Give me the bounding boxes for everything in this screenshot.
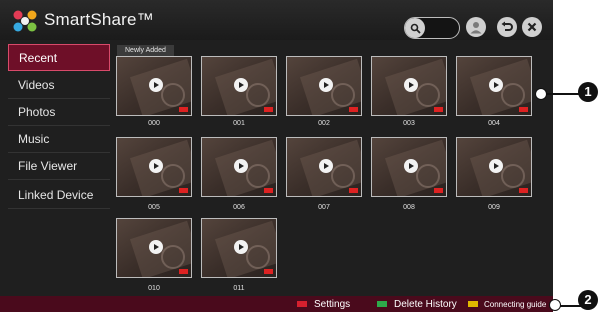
newly-added-label: Newly Added — [117, 45, 174, 56]
play-icon — [234, 159, 248, 173]
play-icon — [234, 78, 248, 92]
media-tile-006[interactable] — [201, 137, 277, 197]
back-button[interactable] — [497, 17, 517, 37]
media-tile-009[interactable] — [456, 137, 532, 197]
media-caption: 009 — [488, 204, 500, 211]
play-icon — [149, 159, 163, 173]
play-icon — [404, 159, 418, 173]
sidebar-item-photos[interactable]: Photos — [8, 99, 110, 126]
rec-badge-icon — [519, 107, 528, 112]
rec-badge-icon — [434, 188, 443, 193]
play-icon — [489, 78, 503, 92]
delete-history-label: Delete History — [394, 298, 457, 310]
media-caption: 004 — [488, 120, 500, 127]
media-tile-001[interactable] — [201, 56, 277, 116]
media-tile-002[interactable] — [286, 56, 362, 116]
app-header: SmartShare™ — [0, 0, 553, 40]
rec-badge-icon — [179, 269, 188, 274]
media-caption: 010 — [148, 285, 160, 292]
media-tile-011[interactable] — [201, 218, 277, 278]
play-icon — [319, 78, 333, 92]
search-icon[interactable] — [405, 18, 425, 38]
media-caption: 008 — [403, 204, 415, 211]
media-caption: 001 — [233, 120, 245, 127]
media-caption: 005 — [148, 204, 160, 211]
rec-badge-icon — [264, 269, 273, 274]
media-caption: 000 — [148, 120, 160, 127]
play-icon — [319, 159, 333, 173]
callout-2-dot — [549, 299, 561, 311]
callout-1-line — [546, 93, 580, 95]
sidebar-item-music[interactable]: Music — [8, 126, 110, 153]
media-tile-005[interactable] — [116, 137, 192, 197]
media-caption: 002 — [318, 120, 330, 127]
rec-badge-icon — [349, 188, 358, 193]
play-icon — [149, 240, 163, 254]
media-caption: 007 — [318, 204, 330, 211]
app-title: SmartShare™ — [44, 10, 154, 29]
connecting-guide-label: Connecting guide — [484, 299, 547, 309]
media-tile-008[interactable] — [371, 137, 447, 197]
play-icon — [489, 159, 503, 173]
rec-badge-icon — [179, 107, 188, 112]
footer-bar: Settings Delete History Connecting guide — [0, 296, 553, 312]
back-icon — [501, 21, 513, 31]
media-tile-000[interactable] — [116, 56, 192, 116]
rec-badge-icon — [349, 107, 358, 112]
green-key-icon — [377, 301, 387, 307]
category-sidebar: Recent Videos Photos Music File Viewer L… — [8, 44, 110, 296]
sidebar-item-file-viewer[interactable]: File Viewer — [8, 153, 110, 180]
user-icon — [470, 22, 482, 34]
connecting-guide-button[interactable]: Connecting guide — [468, 296, 546, 312]
media-tile-007[interactable] — [286, 137, 362, 197]
smartshare-screen: SmartShare™ Recent Videos Photos Music F… — [0, 0, 553, 312]
search-box[interactable] — [404, 17, 460, 39]
play-icon — [234, 240, 248, 254]
media-tile-010[interactable] — [116, 218, 192, 278]
sidebar-item-linked-device[interactable]: Linked Device — [8, 182, 110, 209]
media-tile-003[interactable] — [371, 56, 447, 116]
rec-badge-icon — [519, 188, 528, 193]
close-button[interactable] — [522, 17, 542, 37]
callout-1-dot — [535, 88, 547, 100]
sidebar-item-recent[interactable]: Recent — [8, 44, 110, 71]
settings-label: Settings — [314, 298, 351, 310]
rec-badge-icon — [264, 107, 273, 112]
play-icon — [149, 78, 163, 92]
sidebar-item-videos[interactable]: Videos — [8, 72, 110, 99]
play-icon — [404, 78, 418, 92]
rec-badge-icon — [179, 188, 188, 193]
media-caption: 006 — [233, 204, 245, 211]
settings-button[interactable]: Settings — [297, 296, 350, 312]
user-button[interactable] — [466, 17, 486, 37]
smartshare-logo-icon — [13, 10, 37, 32]
yellow-key-icon — [468, 301, 478, 307]
media-tile-004[interactable] — [456, 56, 532, 116]
media-caption: 003 — [403, 120, 415, 127]
callout-2-number: 2 — [578, 290, 598, 310]
rec-badge-icon — [264, 188, 273, 193]
media-caption: 011 — [233, 285, 245, 292]
rec-badge-icon — [434, 107, 443, 112]
close-icon — [527, 22, 537, 32]
delete-history-button[interactable]: Delete History — [377, 296, 457, 312]
red-key-icon — [297, 301, 307, 307]
callout-1-number: 1 — [578, 82, 598, 102]
